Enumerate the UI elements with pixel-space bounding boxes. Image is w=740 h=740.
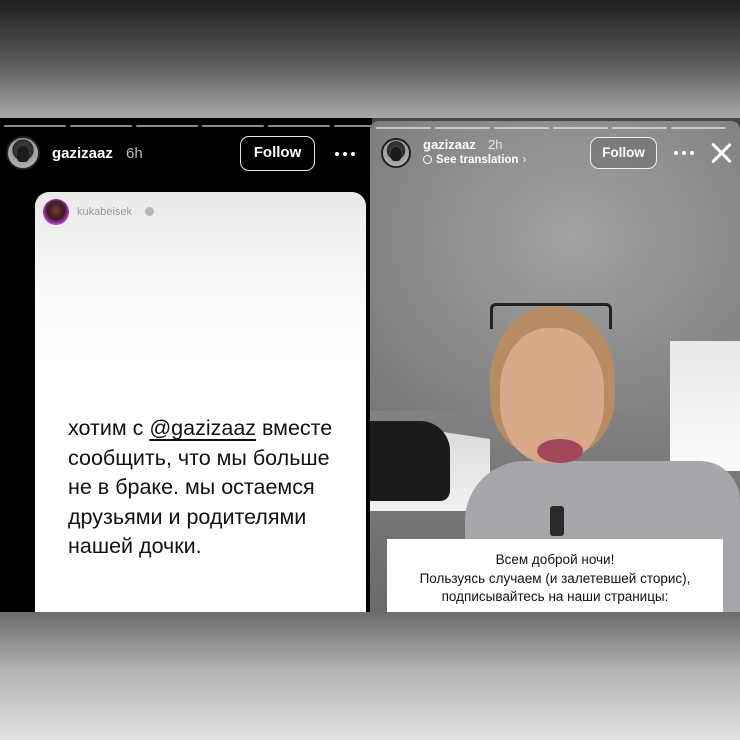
photo-zipper: [550, 506, 564, 536]
reposted-story-card[interactable]: kukabeisek хотим с @gazizaaz вместе сооб…: [35, 192, 366, 612]
progress-segment: [435, 127, 490, 129]
progress-segment: [553, 127, 608, 129]
caption-line: Всем доброй ночи!: [495, 552, 615, 567]
story-time: 6h: [126, 145, 143, 162]
photo-person-mouth: [537, 439, 583, 463]
story-caption: Всем доброй ночи! Пользуясь случаем (и з…: [387, 539, 723, 612]
see-translation-label: See translation: [436, 154, 519, 166]
close-icon[interactable]: [710, 142, 732, 164]
progress-segment: [4, 125, 66, 127]
progress-segment: [334, 125, 372, 127]
reposted-username[interactable]: kukabeisek: [77, 206, 132, 218]
photo-headrest: [370, 421, 450, 501]
story-username[interactable]: gazizaaz: [423, 137, 476, 152]
see-translation-link[interactable]: See translation ›: [423, 154, 526, 166]
story-progress-bar: [376, 127, 726, 129]
more-horizontal-icon[interactable]: [674, 151, 694, 155]
story-text-before: хотим с: [68, 416, 150, 440]
story-text: хотим с @gazizaaz вместе сообщить, что м…: [68, 414, 358, 562]
photo-window: [670, 341, 740, 471]
verified-badge-icon: [145, 207, 154, 216]
progress-segment: [268, 125, 330, 127]
more-horizontal-icon[interactable]: [335, 152, 355, 156]
caption-line: подписывайтесь на наши страницы:: [441, 589, 669, 604]
story-progress-bar: [4, 125, 372, 127]
mention-link[interactable]: @gazizaaz: [149, 416, 256, 440]
progress-segment: [136, 125, 198, 127]
caption-line: Пользуясь случаем (и залетевшей сторис),: [419, 570, 691, 586]
story-left[interactable]: gazizaaz 6h Follow kukabeisek хотим с @g…: [0, 118, 372, 612]
progress-segment: [202, 125, 264, 127]
avatar[interactable]: [381, 138, 411, 168]
story-right[interactable]: gazizaaz 2h See translation › Follow Всем…: [370, 121, 740, 612]
progress-segment: [671, 127, 726, 129]
follow-button[interactable]: Follow: [590, 137, 657, 169]
story-time: 2h: [488, 137, 503, 152]
progress-segment: [376, 127, 431, 129]
photo-sunglasses: [490, 303, 612, 329]
reposted-avatar[interactable]: [43, 199, 69, 225]
story-username[interactable]: gazizaaz: [52, 145, 113, 162]
chevron-right-icon: ›: [522, 154, 527, 166]
progress-segment: [70, 125, 132, 127]
progress-segment: [612, 127, 667, 129]
progress-segment: [494, 127, 549, 129]
follow-button[interactable]: Follow: [240, 136, 315, 171]
globe-icon: [423, 155, 432, 164]
background-bottom: [0, 612, 740, 740]
avatar[interactable]: [6, 136, 40, 170]
background-top: [0, 0, 740, 118]
